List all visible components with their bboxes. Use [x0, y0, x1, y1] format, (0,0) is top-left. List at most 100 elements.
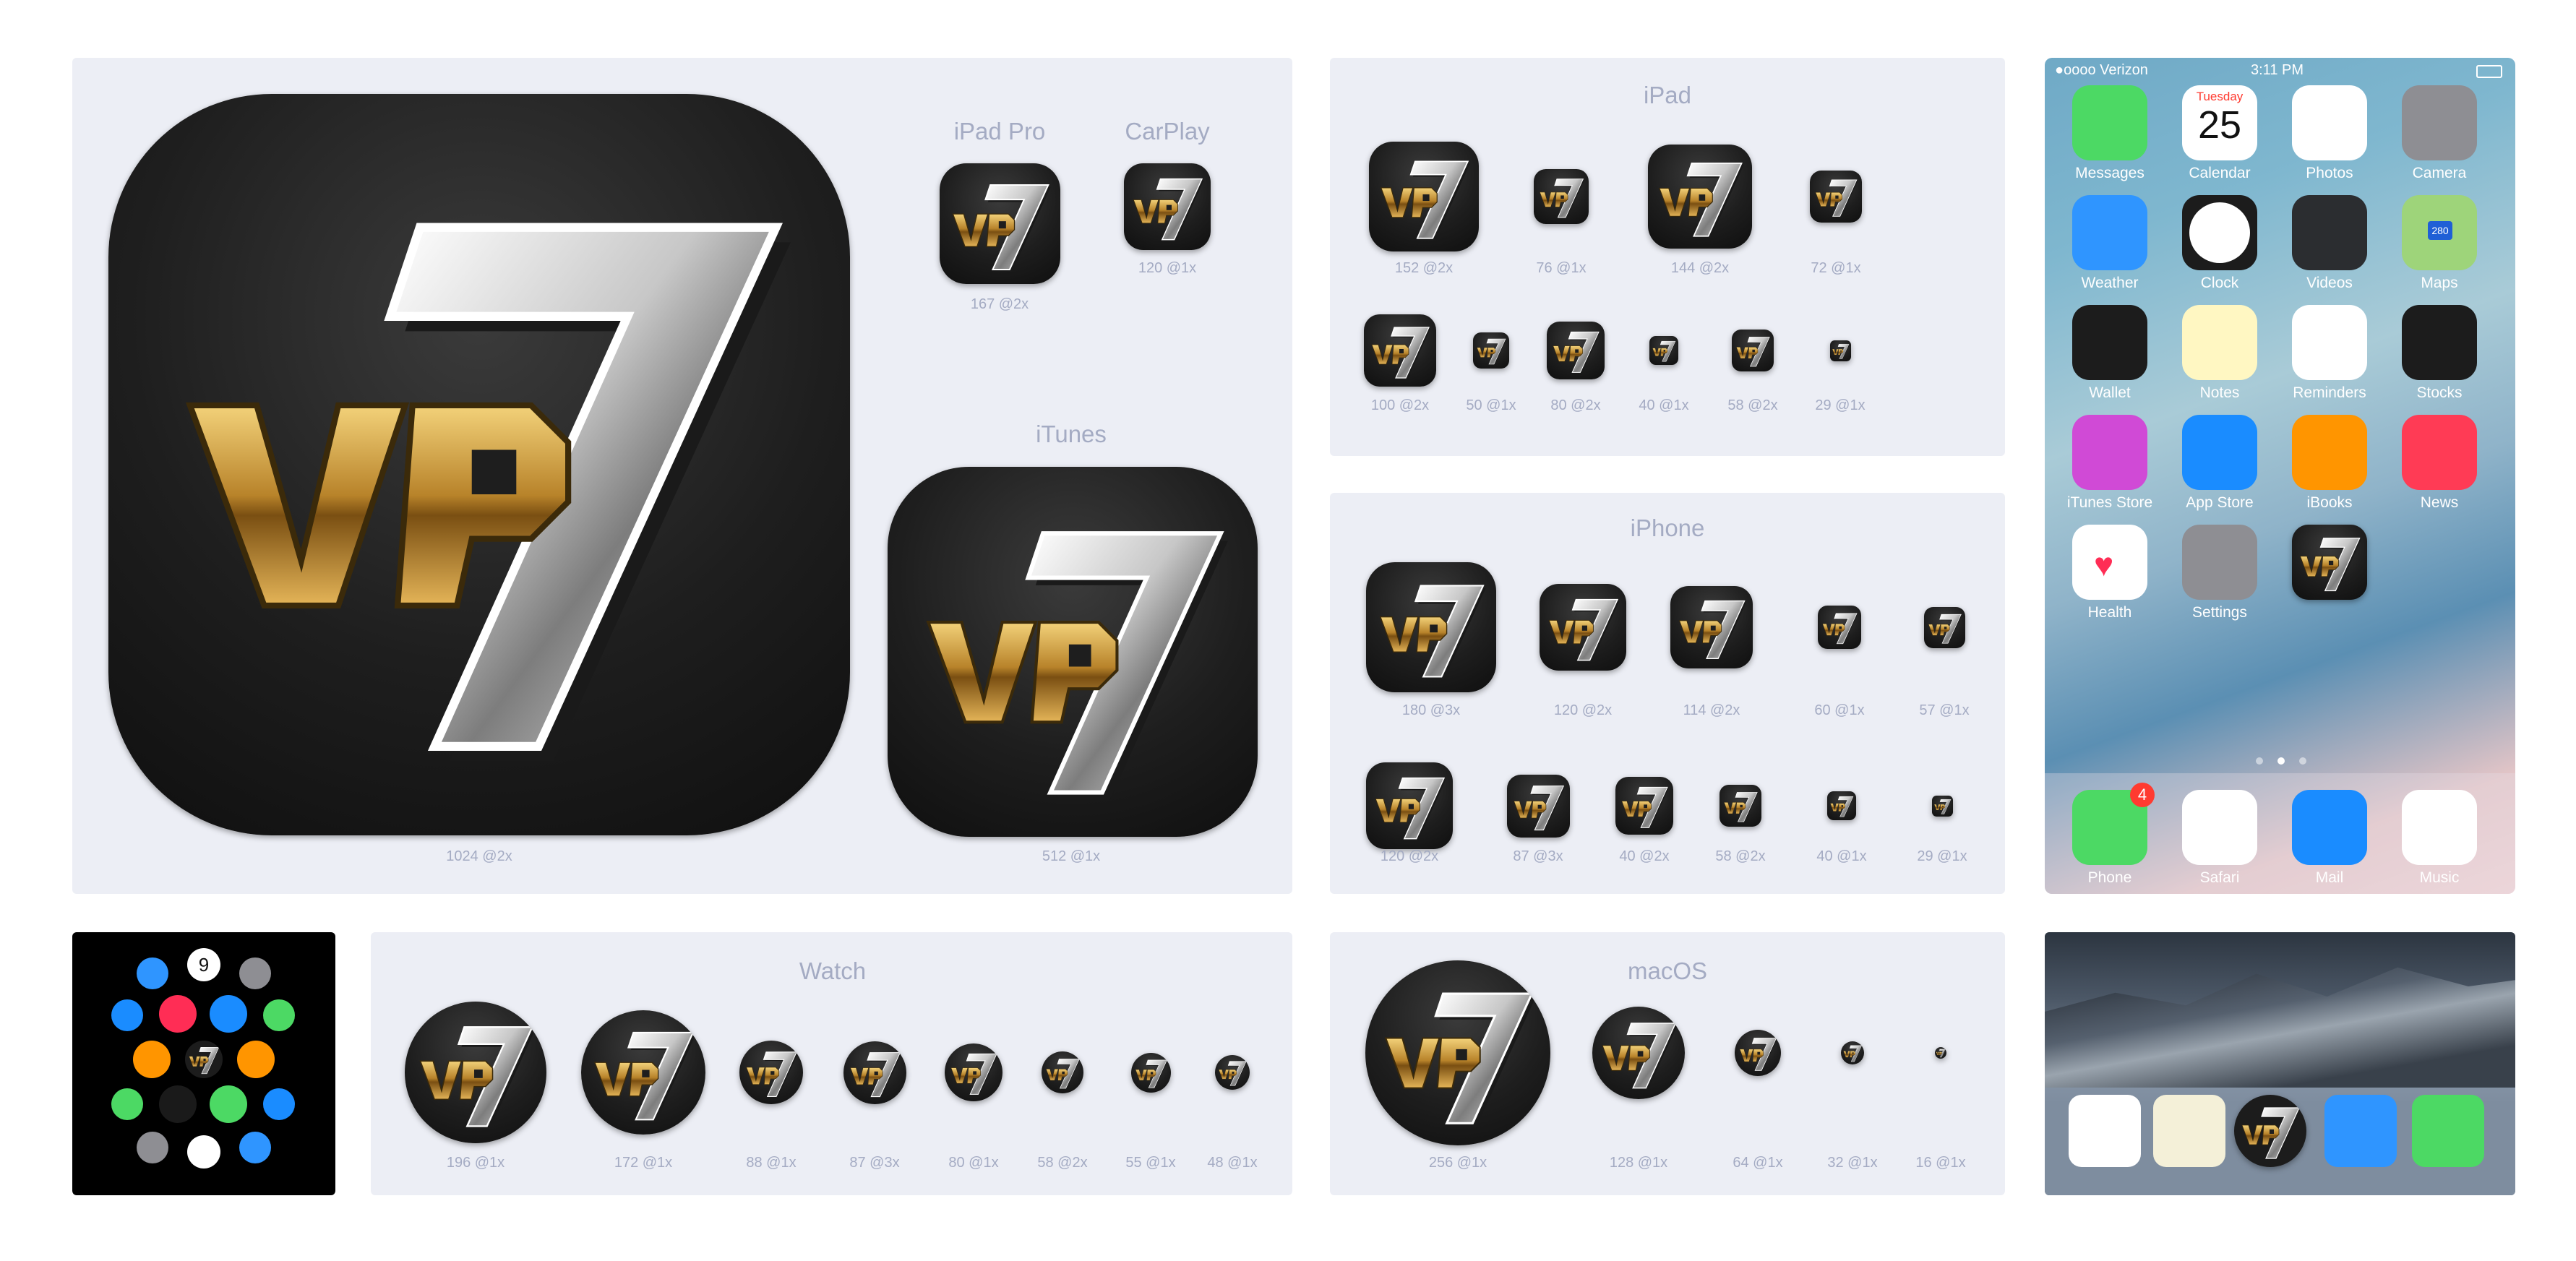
macos-icon[interactable]	[1592, 1007, 1685, 1099]
caption-ipad-pro: 167 @2x	[970, 296, 1029, 312]
activity-icon[interactable]	[159, 1085, 197, 1123]
reminders-icon[interactable]	[2292, 305, 2367, 380]
iphone-icon-row2[interactable]	[1827, 791, 1856, 820]
reminders-icon[interactable]	[2069, 1095, 2141, 1167]
iphone-icon-row1[interactable]	[1670, 586, 1753, 668]
music-icon[interactable]	[159, 995, 197, 1033]
watch-icon[interactable]	[1215, 1055, 1250, 1090]
photos-icon[interactable]	[187, 1135, 220, 1169]
iphone-icon-row2[interactable]	[1720, 785, 1761, 827]
maps-icon[interactable]: 280	[2402, 195, 2477, 270]
app-icon-1024[interactable]	[108, 94, 850, 835]
maps-icon[interactable]	[111, 999, 143, 1031]
safari-icon[interactable]	[2182, 790, 2257, 865]
macos-caption: 128 @1x	[1609, 1155, 1668, 1171]
macos-icon[interactable]	[1935, 1047, 1946, 1059]
wallet-icon[interactable]	[2072, 305, 2147, 380]
messages-icon[interactable]	[2324, 1095, 2397, 1167]
settings-icon[interactable]	[2182, 525, 2257, 600]
globe-icon[interactable]	[133, 1041, 171, 1078]
macos-icon[interactable]	[1365, 960, 1550, 1145]
macos-caption: 32 @1x	[1827, 1155, 1878, 1171]
watch-icon[interactable]	[739, 1041, 803, 1104]
macos-icon[interactable]	[1841, 1041, 1864, 1064]
weather-icon[interactable]	[137, 957, 168, 989]
phone-icon[interactable]	[263, 999, 295, 1031]
app-store-icon[interactable]	[2182, 415, 2257, 490]
photos-icon[interactable]	[2292, 85, 2367, 160]
timer-icon[interactable]	[237, 1041, 275, 1078]
iphone-icon-row2[interactable]	[1615, 777, 1673, 835]
ipad-icon-row1[interactable]	[1810, 171, 1862, 223]
iphone-icon-row1[interactable]	[1366, 562, 1496, 692]
ipad-icon-row2[interactable]	[1473, 332, 1509, 369]
watch-caption: 55 @1x	[1125, 1155, 1176, 1171]
weather-icon[interactable]	[2072, 195, 2147, 270]
vp7-app-icon[interactable]	[2292, 525, 2367, 600]
camera-icon[interactable]	[239, 957, 271, 989]
iphone-icon-row2[interactable]	[1506, 774, 1570, 838]
clock-icon[interactable]	[2182, 195, 2257, 270]
ipad-icon-row1[interactable]	[1534, 169, 1589, 224]
music-icon[interactable]	[2402, 790, 2477, 865]
iphone-icon-row1[interactable]	[1818, 606, 1861, 649]
ipad-icon-row2[interactable]	[1649, 336, 1678, 365]
ipad-icon-row2[interactable]	[1732, 330, 1774, 371]
watch-icon[interactable]	[1130, 1052, 1171, 1093]
app-label: News	[2420, 494, 2459, 511]
iphone-icon-row2[interactable]	[1366, 762, 1453, 849]
ipad-caption: 40 @1x	[1639, 397, 1689, 413]
watch-icon[interactable]	[581, 1010, 705, 1135]
watch-icon[interactable]	[405, 1002, 546, 1143]
watch-icon[interactable]	[1042, 1051, 1083, 1093]
app-label: Clock	[2200, 275, 2239, 291]
iphone-icon-row1[interactable]	[1923, 606, 1965, 648]
iphone-icon-row1[interactable]	[1540, 584, 1626, 671]
dock-label: Music	[2419, 869, 2460, 886]
calendar-icon[interactable]: Tuesday 25	[2182, 85, 2257, 160]
stocks-icon[interactable]	[239, 1132, 271, 1163]
mail-icon[interactable]	[2292, 790, 2367, 865]
watch-caption: 172 @1x	[614, 1155, 673, 1171]
ipad-icon-row2[interactable]	[1829, 340, 1851, 361]
workout-icon[interactable]	[111, 1088, 143, 1120]
watch-icon[interactable]	[945, 1043, 1003, 1101]
app-icon-carplay[interactable]	[1124, 163, 1211, 250]
messages-icon[interactable]	[2072, 85, 2147, 160]
preview-icon[interactable]	[2153, 1095, 2225, 1167]
ipad-icon-row1[interactable]	[1369, 142, 1479, 251]
vp7-logo-icon	[419, 1026, 536, 1129]
app-icon-ipad-pro[interactable]	[940, 163, 1060, 284]
vp7-logo-icon	[1219, 1061, 1248, 1087]
play-icon[interactable]	[263, 1088, 295, 1120]
camera-icon[interactable]	[2402, 85, 2477, 160]
vp7-app-icon[interactable]	[185, 1041, 223, 1078]
iphone-icon-row2[interactable]	[1931, 795, 1953, 817]
health-icon[interactable]: ♥	[2072, 525, 2147, 600]
vp7-logo-icon	[1046, 1059, 1081, 1090]
itunes-store-icon[interactable]	[2072, 415, 2147, 490]
notes-icon[interactable]	[2182, 305, 2257, 380]
messages-icon[interactable]	[210, 1085, 247, 1123]
app-icon-itunes[interactable]	[888, 467, 1258, 837]
vp7-logo-icon	[1539, 178, 1584, 219]
ibooks-icon[interactable]	[2292, 415, 2367, 490]
ipad-caption: 50 @1x	[1466, 397, 1516, 413]
news-icon[interactable]	[2402, 415, 2477, 490]
app-label: Calendar	[2189, 165, 2251, 181]
vp7-app-icon[interactable]	[2234, 1095, 2306, 1167]
ipad-icon-row1[interactable]	[1648, 145, 1752, 249]
videos-icon[interactable]	[2292, 195, 2367, 270]
stocks-icon[interactable]	[2402, 305, 2477, 380]
watch-icon[interactable]	[843, 1041, 906, 1104]
settings-icon[interactable]	[137, 1132, 168, 1163]
phone-icon[interactable]: 4	[2072, 783, 2155, 865]
vp7-logo-icon	[1371, 327, 1430, 379]
macos-icon[interactable]	[1735, 1030, 1781, 1076]
ipad-icon-row2[interactable]	[1364, 314, 1436, 387]
facetime-icon[interactable]	[2412, 1095, 2484, 1167]
vp7-logo-icon	[2299, 538, 2361, 593]
calendar-icon[interactable]: 9	[187, 948, 220, 981]
mail-icon[interactable]	[210, 995, 247, 1033]
ipad-icon-row2[interactable]	[1547, 322, 1605, 379]
